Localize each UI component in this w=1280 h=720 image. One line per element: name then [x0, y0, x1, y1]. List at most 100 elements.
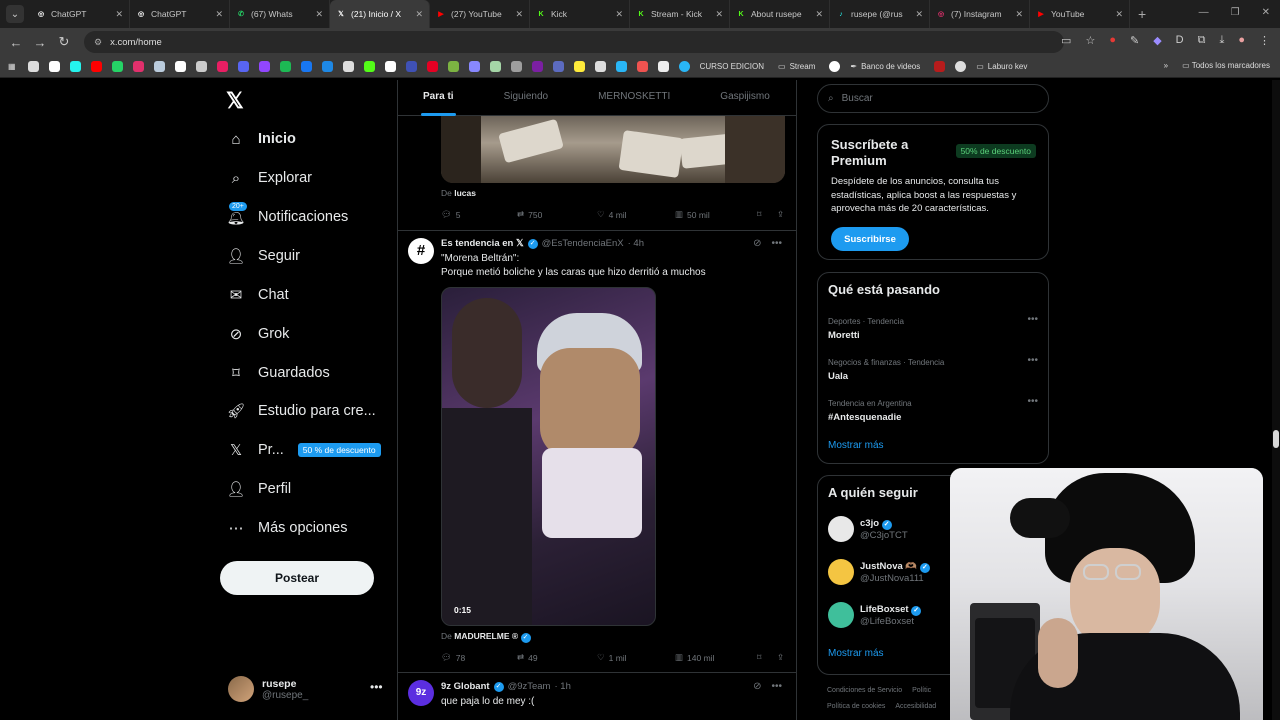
bookmark-discord-icon[interactable] [237, 61, 249, 72]
more-icon[interactable]: ••• [771, 681, 782, 692]
bookmark-pinterest-icon[interactable] [426, 61, 438, 72]
more-icon[interactable]: ••• [771, 238, 782, 249]
browser-tab[interactable]: ✆ (67) Whats ✕ [230, 0, 330, 28]
grok-icon[interactable]: ⊘ [753, 681, 761, 692]
repost-button[interactable]: ⇄ 49 [517, 652, 597, 663]
tab-close-icon[interactable]: ✕ [215, 9, 223, 20]
bookmark-laburo-kev[interactable]: Laburo kev [988, 62, 1028, 71]
restore-icon[interactable]: ❐ [1231, 7, 1240, 18]
browser-tab[interactable]: K About rusepe ✕ [730, 0, 830, 28]
repost-button[interactable]: ⇄ 750 [517, 209, 597, 220]
tab-search-button[interactable]: ⌄ [6, 5, 24, 23]
bookmark-icon-1[interactable] [27, 61, 39, 72]
page-scrollbar[interactable] [1272, 80, 1280, 720]
views-button[interactable]: ▥ 140 mil [675, 652, 757, 663]
scrollbar-thumb[interactable] [1273, 430, 1279, 448]
bookmark-spotify-icon[interactable] [279, 61, 291, 72]
search-input[interactable]: ⌕ Buscar [817, 84, 1049, 113]
tab-close-icon[interactable]: ✕ [815, 9, 823, 20]
bookmark-icon-36[interactable] [955, 61, 967, 72]
extension-red-icon[interactable]: ● [1109, 34, 1116, 47]
bookmark-icon-30[interactable] [636, 61, 648, 72]
nav-item-más-opciones[interactable]: ⋯ Más opciones [226, 513, 348, 543]
like-button[interactable]: ♡ 1 mil [597, 652, 675, 663]
tab-mernosketti[interactable]: MERNOSKETTI [598, 80, 670, 116]
bookmark-icon-28[interactable] [594, 61, 606, 72]
footer-terms-link[interactable]: Condiciones de Servicio [827, 687, 902, 694]
trend-item[interactable]: Deportes · Tendencia Moretti [828, 317, 904, 341]
profile-avatar-icon[interactable]: ● [1238, 34, 1245, 47]
tab-close-icon[interactable]: ✕ [915, 9, 923, 20]
browser-menu-icon[interactable]: ⋮ [1259, 34, 1270, 47]
bookmark-icon-23[interactable] [489, 61, 501, 72]
back-icon[interactable]: ← [4, 35, 28, 50]
tab-gaspijismo[interactable]: Gaspijismo [720, 80, 769, 116]
share-icon[interactable]: ⇪ [777, 209, 784, 220]
author-handle[interactable]: @9zTeam [508, 681, 551, 692]
nav-item-explorar[interactable]: ⌕ Explorar [226, 163, 312, 193]
new-tab-button[interactable]: + [1138, 6, 1146, 22]
reload-icon[interactable]: ↻ [52, 34, 76, 50]
source-name[interactable]: MADURELME ® [454, 631, 518, 641]
footer-cookies-link[interactable]: Política de cookies [827, 703, 885, 710]
url-field[interactable]: ⚙ x.com/home [84, 31, 1064, 53]
close-icon[interactable]: ✕ [1262, 7, 1270, 18]
account-switcher[interactable]: rusepe @rusepe_ [228, 676, 308, 702]
bookmark-icon-29[interactable] [615, 61, 627, 72]
site-info-icon[interactable]: ⚙ [94, 37, 102, 48]
bookmark-icon-2[interactable] [48, 61, 60, 72]
nav-item-guardados[interactable]: ⌑ Guardados [226, 358, 330, 388]
bookmark-banco-de-videos[interactable]: Banco de videos [861, 62, 920, 71]
hashtag-avatar-icon[interactable]: # [408, 238, 434, 264]
tab-close-icon[interactable]: ✕ [315, 9, 323, 20]
tab-close-icon[interactable]: ✕ [615, 9, 623, 20]
nav-item-seguir[interactable]: 👤︎ Seguir [226, 241, 299, 271]
tab-close-icon[interactable]: ✕ [1115, 9, 1123, 20]
nav-item-pr[interactable]: 𝕏 Pr... 50 % de descuento [226, 435, 381, 465]
bookmark-icon-25[interactable] [531, 61, 543, 72]
bookmark-icon-22[interactable] [468, 61, 480, 72]
views-button[interactable]: ▥ 50 mil [675, 209, 757, 220]
browser-tab[interactable]: 𝕏 (21) Inicio / X ✕ [330, 0, 430, 28]
x-logo-icon[interactable]: 𝕏 [226, 88, 244, 114]
bookmark-facebook-icon[interactable] [300, 61, 312, 72]
reply-button[interactable]: 💬︎ 5 [441, 209, 517, 220]
download-icon[interactable]: ⤓ [1219, 34, 1224, 47]
bookmark-icon-24[interactable] [510, 61, 522, 72]
tab-close-icon[interactable]: ✕ [415, 9, 423, 20]
tab-close-icon[interactable]: ✕ [515, 9, 523, 20]
bookmark-icon-16[interactable] [342, 61, 354, 72]
nav-item-notificaciones[interactable]: 🔔︎ 20+ Notificaciones [226, 201, 348, 232]
bookmark-whatsapp-icon[interactable] [111, 61, 123, 72]
bookmark-x-icon[interactable] [174, 61, 186, 72]
bookmark-tiktok-icon[interactable] [69, 61, 81, 72]
browser-tab[interactable]: ▶ (27) YouTube ✕ [430, 0, 530, 28]
post-media-image[interactable] [441, 116, 785, 183]
more-icon[interactable]: ••• [370, 680, 383, 694]
trends-show-more[interactable]: Mostrar más [828, 440, 884, 451]
more-icon[interactable]: ••• [1027, 314, 1038, 325]
bookmark-button[interactable]: ⌑ [757, 209, 777, 220]
bookmark-icon-27[interactable] [573, 61, 585, 72]
bookmark-icon-21[interactable] [447, 61, 459, 72]
bookmark-icon-31[interactable] [657, 61, 669, 72]
apps-grid-icon[interactable]: ▦ [8, 62, 16, 71]
browser-tab[interactable]: ◎ ChatGPT ✕ [30, 0, 130, 28]
reply-button[interactable]: 💬︎ 78 [441, 652, 517, 663]
author-name[interactable]: Es tendencia en 𝕏 [441, 238, 524, 249]
bookmark-curso-edicion[interactable]: CURSO EDICION [700, 62, 764, 71]
post-time[interactable]: · 1h [554, 681, 570, 692]
post-time[interactable]: · 4h [628, 238, 644, 249]
extension-d-icon[interactable]: D [1176, 34, 1184, 47]
tab-para-ti[interactable]: Para ti [421, 80, 456, 116]
bookmark-kick-icon[interactable] [363, 61, 375, 72]
bookmark-icon-26[interactable] [552, 61, 564, 72]
chevron-double-right-icon[interactable]: » [1164, 61, 1168, 70]
bookmark-icon-7[interactable] [153, 61, 165, 72]
bookmark-icon-15[interactable] [321, 61, 333, 72]
forward-icon[interactable]: → [28, 35, 52, 50]
trend-item[interactable]: Tendencia en Argentina #Antesquenadie [828, 399, 912, 423]
bookmark-icon-18[interactable] [384, 61, 396, 72]
nav-item-grok[interactable]: ⊘ Grok [226, 319, 290, 349]
star-icon[interactable]: ☆ [1085, 34, 1095, 47]
